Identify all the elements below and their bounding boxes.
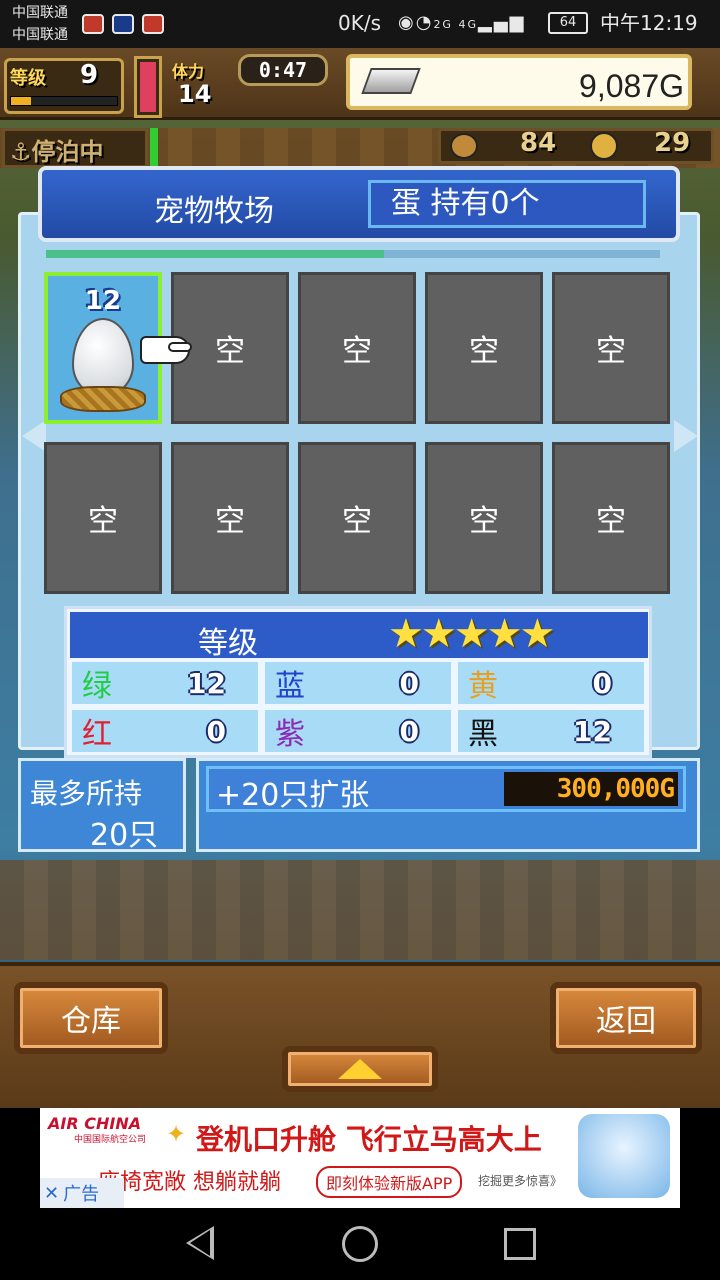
egg-icon: [72, 318, 134, 396]
eye-icon: ◉: [398, 12, 416, 33]
egg-level: 12: [84, 286, 122, 316]
stat-value: 12: [573, 714, 612, 748]
page-right-icon[interactable]: [674, 420, 698, 452]
ad-more: 挖掘更多惊喜》: [478, 1174, 563, 1188]
ad-mascot-image: [578, 1114, 670, 1198]
pointing-finger: [168, 342, 192, 352]
page-left-icon[interactable]: [22, 420, 46, 452]
nav-back-icon-inner: [190, 1230, 210, 1256]
up-arrow-icon: [338, 1059, 382, 1079]
timer: 0:47: [238, 54, 328, 86]
weibo-icon: [82, 14, 104, 34]
stat-name: 紫: [275, 717, 305, 752]
storage-button[interactable]: 仓库: [14, 982, 168, 1054]
dock-status-label: 停泊中: [31, 138, 104, 166]
ad-subline: 座椅宽敞 想躺就躺: [98, 1170, 281, 1195]
resource-2-value: 29: [654, 128, 691, 158]
max-hold-label: 最多所持: [30, 777, 143, 810]
pier-planks: [0, 860, 720, 960]
stat-name: 红: [82, 717, 112, 752]
stat-name: 绿: [82, 669, 112, 704]
pet-slot-empty[interactable]: 空: [552, 272, 670, 424]
pet-slot-empty[interactable]: 空: [44, 442, 162, 594]
stat-red: 红0: [72, 710, 258, 752]
pet-slot-empty[interactable]: 空: [298, 442, 416, 594]
screen: 中国联通 中国联通 0K/s ◉◔2G 4G▂▄▆ 64 中午12:19 等级 …: [0, 0, 720, 1280]
bean-icon: [450, 133, 478, 159]
stamina-gauge-fill: [140, 62, 156, 112]
pet-slot-empty[interactable]: 空: [425, 272, 543, 424]
stat-value: 12: [187, 666, 226, 700]
coin-icon: [590, 132, 618, 160]
lightbulb-icon: ✦: [166, 1120, 187, 1148]
signal-icons: ◉◔2G 4G▂▄▆: [398, 12, 526, 33]
network-type: 2G 4G: [433, 18, 478, 31]
pet-slot-empty[interactable]: 空: [552, 442, 670, 594]
stat-value: 0: [399, 714, 419, 748]
stamina-label: 体力: [172, 62, 205, 81]
lock-app-icon: [112, 14, 134, 34]
stat-green: 绿 12: [72, 662, 258, 704]
stat-purple: 紫0: [265, 710, 451, 752]
expand-menu-button[interactable]: [282, 1046, 438, 1092]
anchor-icon: ⚓: [10, 138, 32, 166]
page-scroll-fill: [46, 250, 384, 258]
stat-name: 蓝: [275, 669, 305, 704]
stat-value: 0: [592, 666, 612, 700]
clock: 中午12:19: [600, 11, 698, 35]
ad-close-button[interactable]: ✕ 广告: [40, 1178, 124, 1208]
expand-label: +20只扩张: [216, 778, 370, 813]
rank-label: 等级: [198, 626, 258, 661]
rank-header: [70, 612, 648, 658]
back-button[interactable]: 返回: [550, 982, 702, 1054]
stamina-value: 14: [178, 80, 212, 108]
carrier-1: 中国联通: [12, 5, 68, 21]
nest-icon: [60, 386, 146, 412]
expand-price: 300,000G: [504, 772, 678, 806]
stat-black: 黑 12: [458, 710, 644, 752]
level-label: 等级: [10, 68, 46, 89]
signal-bars-icon: ▂▄▆: [477, 12, 526, 33]
ad-headline: 登机口升舱 飞行立马高大上: [196, 1123, 542, 1156]
stat-name: 黑: [468, 717, 498, 752]
pet-slot-empty[interactable]: 空: [425, 442, 543, 594]
silver-bar-icon: [361, 68, 421, 94]
egg-count: 蛋 持有0个: [368, 180, 646, 228]
ad-cta-button[interactable]: 即刻体验新版APP: [316, 1166, 463, 1198]
green-indicator: [150, 128, 158, 166]
level-value: 9: [80, 60, 99, 90]
ad-tag: 广告: [63, 1184, 100, 1205]
stat-value: 0: [206, 714, 226, 748]
battery-icon: 64: [548, 12, 588, 34]
nav-recents-icon[interactable]: [504, 1228, 536, 1260]
nav-home-icon[interactable]: [342, 1226, 378, 1262]
ad-brand: AIR CHINA: [48, 1114, 142, 1133]
pet-slot-empty[interactable]: 空: [298, 272, 416, 424]
network-speed: 0K/s: [338, 11, 381, 35]
close-icon: ✕: [44, 1182, 60, 1204]
max-hold-value: 20只: [90, 818, 159, 853]
weibo-icon: [142, 14, 164, 34]
stat-yellow: 黄0: [458, 662, 644, 704]
stat-name: 黄: [468, 669, 498, 704]
pet-slot-grid: 12 空 空 空 空 空 空 空 空 空: [44, 272, 670, 598]
ad-brand-sub: 中国国际航空公司: [74, 1135, 147, 1145]
panel-title: 宠物牧场: [154, 194, 274, 229]
color-stat-grid: 绿 12 蓝0 黄0 红0 紫0 黑 12: [72, 662, 644, 754]
carrier-2: 中国联通: [12, 27, 68, 43]
stat-value: 0: [399, 666, 419, 700]
stat-blue: 蓝0: [265, 662, 451, 704]
resource-1-value: 84: [520, 128, 557, 158]
gold-amount: 9,087G: [579, 68, 684, 104]
dock-status: ⚓停泊中: [10, 132, 104, 167]
star-rating-icon: ★★★★★: [388, 611, 555, 657]
pet-slot-empty[interactable]: 空: [171, 442, 289, 594]
exp-bar-fill: [11, 97, 31, 105]
wifi-icon: ◔: [415, 12, 434, 33]
